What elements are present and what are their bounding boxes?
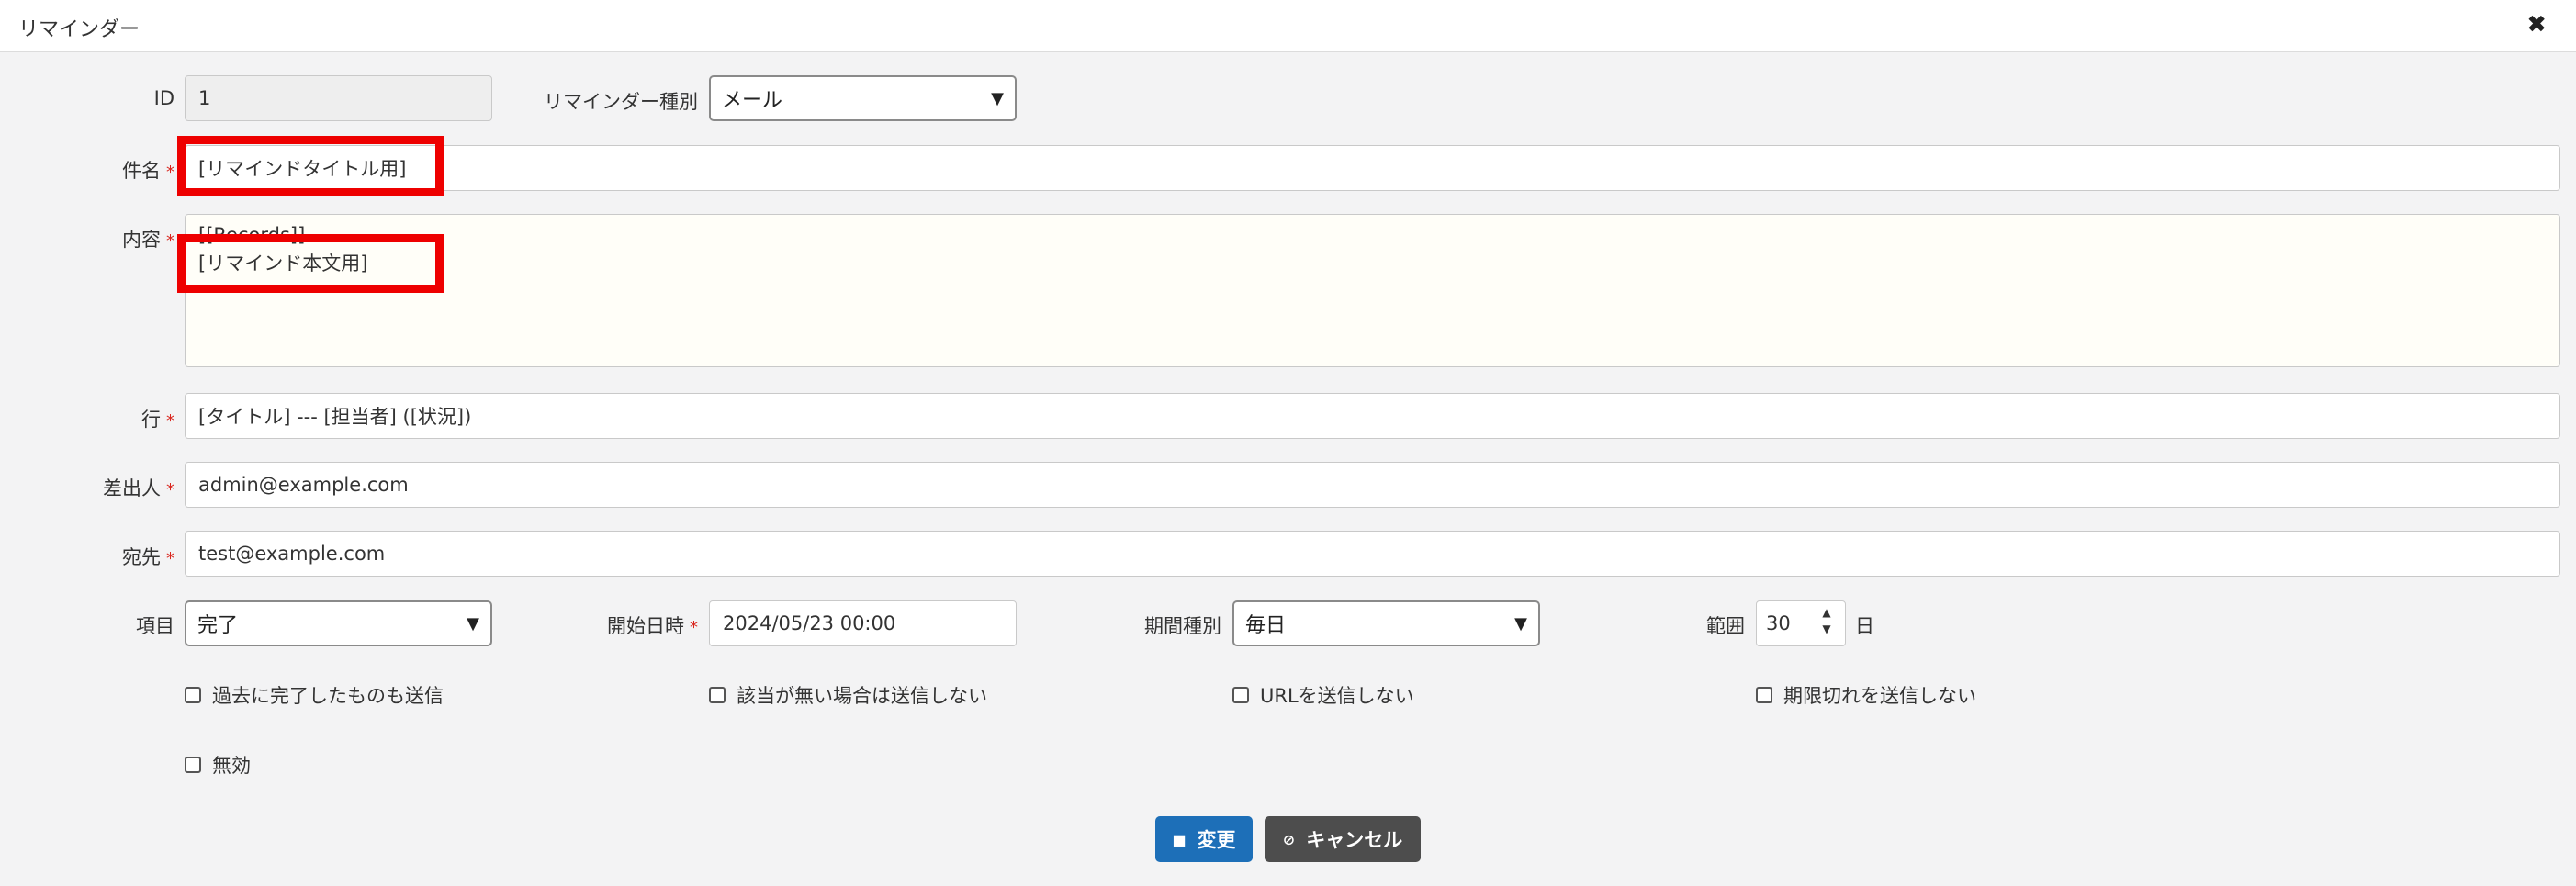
start-datetime-value: 2024/05/23 00:00 [723, 612, 896, 634]
range-unit: 日 [1855, 615, 1874, 637]
start-datetime-label: 開始日時 * [607, 615, 698, 637]
reminder-type-label: リマインダー種別 [544, 91, 698, 113]
id-value: 1 [198, 87, 211, 109]
range-label: 範囲 [1706, 615, 1745, 637]
chevron-down-icon: ▼ [991, 88, 1004, 108]
checkbox-not-send-url[interactable]: URLを送信しない [1232, 681, 1414, 709]
required-mark: * [166, 549, 174, 568]
reminder-type-value: メール [722, 89, 783, 112]
column-label: 項目 [136, 615, 174, 637]
checkbox-label: URLを送信しない [1260, 685, 1414, 707]
to-value: test@example.com [198, 543, 386, 565]
column-value: 完了 [197, 614, 239, 637]
required-mark: * [166, 411, 174, 431]
from-value: admin@example.com [198, 474, 409, 496]
checkbox-label: 該当が無い場合は送信しない [737, 685, 987, 707]
stepper-up-icon[interactable]: ▲ [1817, 604, 1837, 621]
body-label: 内容 * [122, 229, 174, 251]
checkbox-not-send-if-none[interactable]: 該当が無い場合は送信しない [709, 681, 987, 709]
cancel-button-label: キャンセル [1306, 829, 1403, 851]
period-type-select[interactable]: 毎日 ▼ [1232, 600, 1540, 646]
to-label: 宛先 * [122, 546, 174, 568]
to-input[interactable]: test@example.com [185, 531, 2560, 577]
checkbox-box[interactable] [1232, 687, 1249, 703]
range-value: 30 [1766, 612, 1791, 634]
checkbox-box[interactable] [709, 687, 726, 703]
from-label: 差出人 * [103, 477, 174, 499]
subject-value: [リマインドタイトル用] [198, 158, 407, 180]
stepper-down-icon[interactable]: ▼ [1817, 621, 1837, 637]
close-icon[interactable]: ✖ [2526, 11, 2547, 39]
line-label: 行 * [141, 409, 174, 431]
period-type-value: 毎日 [1245, 614, 1287, 637]
checkbox-send-completed-past[interactable]: 過去に完了したものも送信 [185, 681, 444, 709]
checkbox-label: 無効 [212, 755, 251, 777]
required-mark: * [690, 618, 698, 637]
checkbox-box[interactable] [1756, 687, 1772, 703]
checkbox-box[interactable] [185, 757, 201, 773]
checkbox-box[interactable] [185, 687, 201, 703]
checkbox-not-send-overdue[interactable]: 期限切れを送信しない [1756, 681, 1976, 709]
id-field: 1 [185, 75, 492, 121]
from-input[interactable]: admin@example.com [185, 462, 2560, 508]
required-mark: * [166, 163, 174, 182]
line-value: [タイトル] --- [担当者] ([状況]) [198, 406, 472, 428]
period-type-label: 期間種別 [1144, 615, 1221, 637]
required-mark: * [166, 231, 174, 251]
chevron-down-icon: ▼ [467, 613, 479, 634]
body-line-2: [リマインド本文用] [198, 252, 368, 275]
start-datetime-input[interactable]: 2024/05/23 00:00 [709, 600, 1017, 646]
chevron-down-icon: ▼ [1514, 613, 1527, 634]
checkbox-label: 期限切れを送信しない [1783, 685, 1976, 707]
id-label: ID [153, 87, 174, 109]
cancel-button[interactable]: ⊘ キャンセル [1265, 816, 1421, 862]
checkbox-disabled[interactable]: 無効 [185, 751, 251, 779]
body-textarea[interactable]: [[Records]] [リマインド本文用] [185, 214, 2560, 367]
checkbox-label: 過去に完了したものも送信 [212, 685, 444, 707]
range-stepper[interactable]: ▲ ▼ [1817, 604, 1837, 637]
body-line-1: [[Records]] [198, 224, 306, 246]
required-mark: * [166, 480, 174, 499]
subject-input[interactable]: [リマインドタイトル用] [185, 145, 2560, 191]
dialog-title: リマインダー [18, 18, 141, 41]
dialog-titlebar: リマインダー ✖ [0, 0, 2576, 52]
save-icon: ■ [1172, 830, 1187, 848]
line-input[interactable]: [タイトル] --- [担当者] ([状況]) [185, 393, 2560, 439]
subject-label: 件名 * [122, 160, 174, 182]
reminder-type-select[interactable]: メール ▼ [709, 75, 1017, 121]
update-button[interactable]: ■ 変更 [1155, 816, 1253, 862]
cancel-icon: ⊘ [1282, 830, 1296, 848]
column-select[interactable]: 完了 ▼ [185, 600, 492, 646]
update-button-label: 変更 [1197, 829, 1236, 851]
